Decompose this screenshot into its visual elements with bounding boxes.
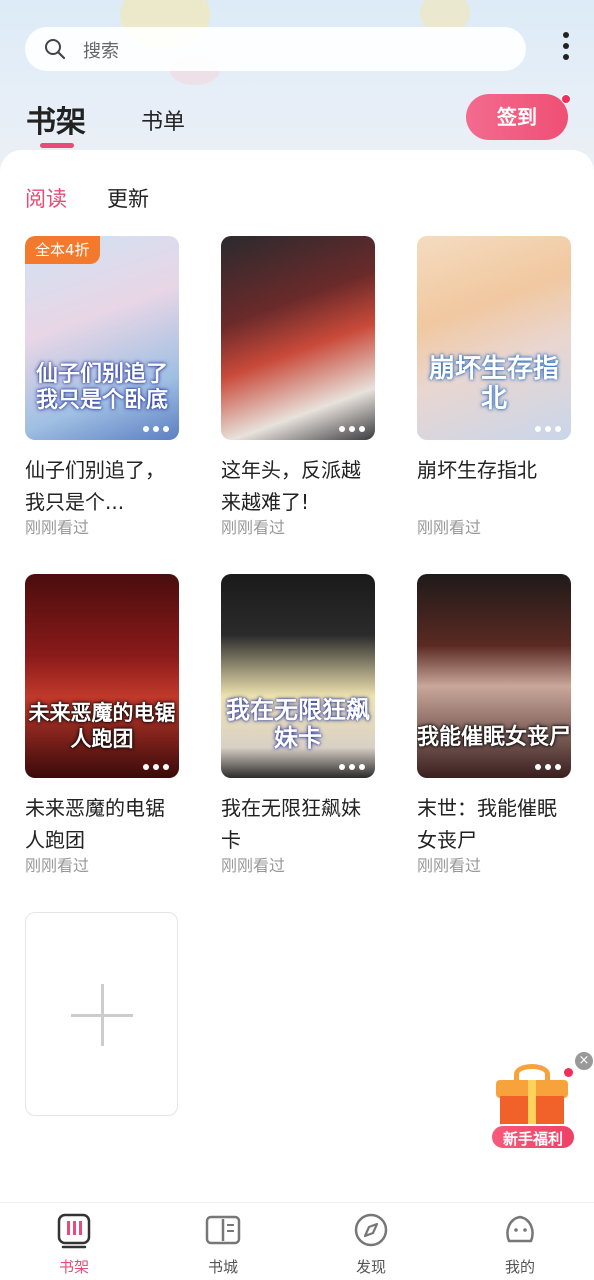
book-title: 这年头，反派越来越难了! bbox=[221, 458, 361, 514]
cover-title-art: 仙子们别追了我只是个卧底 bbox=[35, 362, 168, 413]
book-cover[interactable]: 我能催眠女丧尸 bbox=[417, 574, 571, 778]
search-bar[interactable]: 搜索 bbox=[25, 27, 526, 71]
book-title: 未来恶魔的电锯人跑团 bbox=[25, 796, 165, 852]
signin-button[interactable]: 签到 bbox=[466, 94, 568, 140]
discount-badge: 全本4折 bbox=[25, 236, 100, 264]
plus-icon-vertical bbox=[101, 984, 104, 1046]
nav-item-bookshelf[interactable]: 书架 bbox=[34, 1211, 114, 1277]
more-options-icon[interactable] bbox=[535, 426, 561, 432]
book-cover[interactable]: 崩坏生存指北 bbox=[417, 236, 571, 440]
cover-title-art: 未来恶魔的电锯人跑团 bbox=[28, 701, 176, 751]
more-options-icon[interactable] bbox=[535, 764, 561, 770]
book-title: 我在无限狂飙妹卡 bbox=[221, 796, 361, 852]
more-options-icon[interactable] bbox=[143, 764, 169, 770]
book-status: 刚刚看过 bbox=[25, 856, 90, 875]
tab-bookshelf[interactable]: 书架 bbox=[26, 97, 86, 141]
cover-title-art: 我在无限狂飙妹卡 bbox=[226, 696, 370, 752]
notification-dot bbox=[561, 94, 571, 104]
book-cover[interactable] bbox=[221, 236, 375, 440]
add-book-button[interactable] bbox=[25, 912, 178, 1116]
book-cover[interactable]: 我在无限狂飙妹卡 bbox=[221, 574, 375, 778]
book-title: 崩坏生存指北 bbox=[417, 458, 537, 482]
tab-booklist[interactable]: 书单 bbox=[141, 104, 185, 136]
bottom-nav: 书架 书城 发现 我的 bbox=[0, 1202, 594, 1280]
book-status: 刚刚看过 bbox=[417, 518, 482, 537]
book-item[interactable]: 仙子们别追了我只是个卧底 全本4折 仙子们别追了，我只是个... 刚刚看过 bbox=[25, 236, 179, 538]
book-item[interactable]: 未来恶魔的电锯人跑团 未来恶魔的电锯人跑团 刚刚看过 bbox=[25, 574, 179, 876]
nav-label: 发现 bbox=[355, 1258, 386, 1276]
search-icon bbox=[45, 39, 66, 60]
compass-icon bbox=[354, 1213, 388, 1247]
search-placeholder: 搜索 bbox=[83, 41, 119, 62]
active-tab-indicator bbox=[40, 143, 74, 148]
book-title: 末世：我能催眠女丧尸 bbox=[417, 796, 557, 852]
book-cover[interactable]: 仙子们别追了我只是个卧底 全本4折 bbox=[25, 236, 179, 440]
notification-dot bbox=[564, 1068, 573, 1077]
nav-item-profile[interactable]: 我的 bbox=[480, 1211, 560, 1277]
more-menu-icon[interactable] bbox=[558, 32, 574, 66]
nav-item-bookstore[interactable]: 书城 bbox=[183, 1211, 263, 1277]
nav-label: 书城 bbox=[207, 1258, 238, 1276]
nav-item-discover[interactable]: 发现 bbox=[331, 1211, 411, 1277]
subtab-updates[interactable]: 更新 bbox=[107, 183, 149, 213]
more-options-icon[interactable] bbox=[339, 426, 365, 432]
gift-label: 新手福利 bbox=[490, 1124, 576, 1150]
cover-title-art: 我能催眠女丧尸 bbox=[417, 725, 571, 750]
book-cover[interactable]: 未来恶魔的电锯人跑团 bbox=[25, 574, 179, 778]
book-item[interactable]: 这年头，反派越来越难了! 刚刚看过 bbox=[221, 236, 375, 538]
bookshelf-icon bbox=[57, 1213, 91, 1249]
book-item[interactable]: 崩坏生存指北 崩坏生存指北 刚刚看过 bbox=[417, 236, 571, 538]
book-status: 刚刚看过 bbox=[221, 856, 286, 875]
more-options-icon[interactable] bbox=[143, 426, 169, 432]
profile-icon bbox=[506, 1215, 534, 1243]
nav-label: 我的 bbox=[504, 1258, 535, 1276]
cover-image bbox=[221, 236, 375, 440]
book-store-icon bbox=[205, 1215, 241, 1245]
subtab-reading[interactable]: 阅读 bbox=[25, 183, 67, 213]
more-options-icon[interactable] bbox=[339, 764, 365, 770]
book-status: 刚刚看过 bbox=[417, 856, 482, 875]
book-item[interactable]: 我在无限狂飙妹卡 我在无限狂飙妹卡 刚刚看过 bbox=[221, 574, 375, 876]
close-icon[interactable]: × bbox=[575, 1052, 593, 1070]
book-item[interactable]: 我能催眠女丧尸 末世：我能催眠女丧尸 刚刚看过 bbox=[417, 574, 571, 876]
cover-title-art: 崩坏生存指北 bbox=[428, 354, 559, 414]
book-title: 仙子们别追了，我只是个... bbox=[25, 458, 165, 514]
nav-label: 书架 bbox=[58, 1258, 89, 1276]
